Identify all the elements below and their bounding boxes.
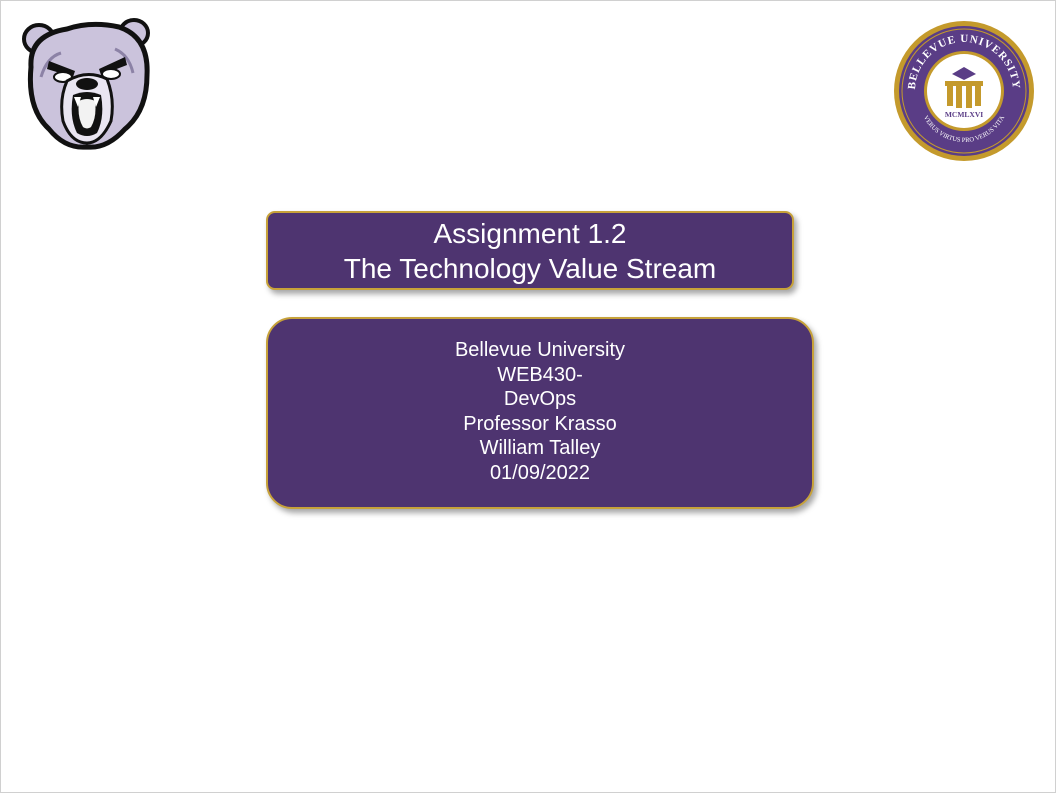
seal-year-text: MCMLXVI [945, 110, 983, 119]
assignment-number: Assignment 1.2 [433, 217, 627, 249]
course-code: WEB430- [497, 363, 583, 386]
course-name: DevOps [503, 388, 577, 410]
bellevue-university-seal-icon: BELLEVUE UNIVERSITY VERUS VIRTUS PRO VER… [894, 21, 1034, 161]
assignment-title: The Technology Value Stream [343, 252, 717, 284]
title-box: Assignment 1.2 The Technology Value Stre… [266, 211, 794, 290]
bruin-bear-mascot-icon [22, 18, 150, 150]
student-name: William Talley [479, 437, 601, 459]
date: 01/09/2022 [489, 461, 591, 484]
professor-name: Professor Krasso [463, 412, 617, 435]
info-box: Bellevue University WEB430- DevOps Profe… [266, 317, 814, 509]
university-name: Bellevue University [454, 339, 626, 361]
slide: BELLEVUE UNIVERSITY VERUS VIRTUS PRO VER… [0, 0, 1056, 793]
